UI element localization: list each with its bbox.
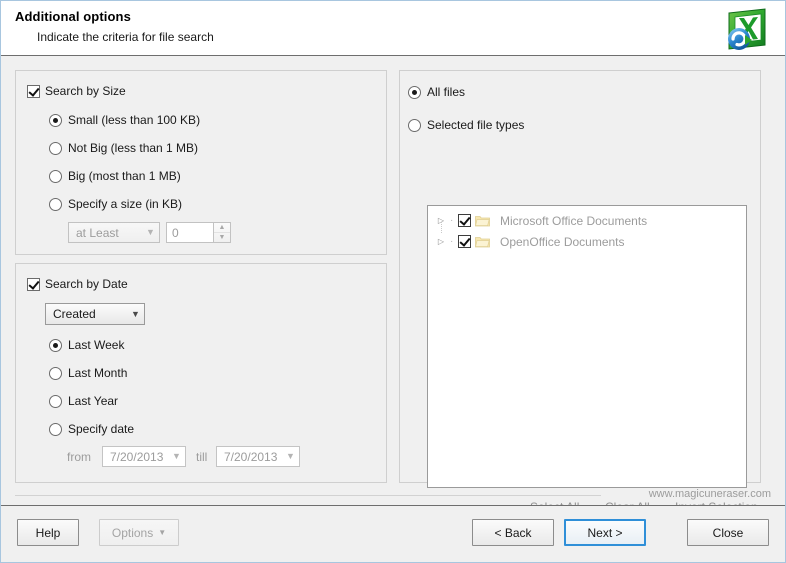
date-type-dropdown[interactable]: Created ▼ — [45, 303, 145, 325]
radio-size-not-big[interactable]: Not Big (less than 1 MB) — [49, 141, 198, 155]
back-button-label: < Back — [494, 525, 532, 540]
radio-label: Last Month — [68, 366, 128, 380]
radio-label: Specify a size (in KB) — [68, 197, 183, 211]
stepper-up-icon[interactable]: ▲ — [214, 223, 230, 233]
radio-label: Small (less than 100 KB) — [68, 113, 201, 127]
radio-glyph — [408, 118, 421, 132]
dialog-window: Additional options Indicate the criteria… — [0, 0, 786, 563]
tree-connector-line — [441, 222, 442, 233]
tree-item-microsoft-office-documents[interactable]: ▷ · Microsoft Office Documents — [428, 210, 746, 231]
size-comparison-dropdown[interactable]: at Least ▼ — [68, 222, 160, 243]
back-button[interactable]: < Back — [472, 519, 554, 546]
radio-selected-file-types[interactable]: Selected file types — [408, 118, 524, 132]
radio-glyph — [49, 366, 62, 380]
radio-glyph — [49, 169, 62, 183]
page-title: Additional options — [15, 9, 131, 24]
size-value-text: 0 — [172, 225, 179, 240]
next-button[interactable]: Next > — [564, 519, 646, 546]
radio-size-specify[interactable]: Specify a size (in KB) — [49, 197, 182, 211]
size-comparison-value: at Least — [76, 225, 119, 240]
radio-label: Selected file types — [427, 118, 525, 132]
radio-all-files[interactable]: All files — [408, 85, 465, 99]
tree-dash-icon: · — [450, 235, 454, 247]
search-by-size-checkbox[interactable]: Search by Size — [27, 84, 126, 98]
radio-size-small[interactable]: Small (less than 100 KB) — [49, 113, 200, 127]
chevron-down-icon: ▼ — [131, 308, 140, 319]
till-date-value: 7/20/2013 — [224, 449, 278, 464]
radio-label: Last Year — [68, 394, 119, 408]
from-date-value: 7/20/2013 — [110, 449, 164, 464]
from-label: from — [67, 450, 91, 464]
dialog-header: Additional options Indicate the criteria… — [1, 1, 785, 56]
watermark-text: www.magicuneraser.com — [648, 488, 771, 500]
chevron-down-icon: ▼ — [158, 527, 167, 537]
watermark-divider — [15, 495, 601, 496]
radio-label: Last Week — [68, 338, 125, 352]
radio-glyph — [49, 113, 62, 127]
radio-date-specify[interactable]: Specify date — [49, 422, 134, 436]
close-button-label: Close — [712, 525, 744, 540]
chevron-down-icon: ▼ — [172, 451, 181, 461]
page-subtitle: Indicate the criteria for file search — [37, 30, 214, 44]
next-button-label: Next > — [587, 525, 623, 540]
folder-icon — [475, 214, 490, 227]
search-by-size-group: Search by Size Small (less than 100 KB) … — [15, 70, 387, 255]
search-by-date-checkbox[interactable]: Search by Date — [27, 277, 128, 291]
chevron-down-icon: ▼ — [146, 227, 155, 237]
help-button-label: Help — [35, 525, 61, 540]
stepper-down-icon[interactable]: ▼ — [214, 233, 230, 242]
options-button[interactable]: Options ▼ — [99, 519, 179, 546]
radio-glyph — [49, 422, 62, 436]
file-types-group: All files Selected file types ▷ · Micros… — [399, 70, 761, 514]
folder-icon — [475, 235, 490, 248]
size-value-stepper[interactable]: ▲ ▼ — [214, 222, 231, 243]
radio-size-big[interactable]: Big (most than 1 MB) — [49, 169, 181, 183]
options-button-label: Options — [111, 525, 154, 540]
radio-date-last-week[interactable]: Last Week — [49, 338, 124, 352]
till-label: till — [196, 450, 208, 464]
search-by-date-label: Search by Date — [45, 277, 128, 291]
file-types-tree[interactable]: ▷ · Microsoft Office Documents ▷ · OpenO… — [427, 205, 747, 488]
radio-glyph — [49, 338, 62, 352]
radio-label: Not Big (less than 1 MB) — [68, 141, 199, 155]
dialog-footer: Help Options ▼ < Back Next > Close — [1, 505, 785, 562]
tree-checkbox[interactable] — [458, 214, 471, 227]
radio-date-last-year[interactable]: Last Year — [49, 394, 118, 408]
radio-label: Big (most than 1 MB) — [68, 169, 181, 183]
tree-item-label: OpenOffice Documents — [500, 234, 625, 249]
excel-document-recovery-icon — [719, 4, 773, 54]
tree-item-label: Microsoft Office Documents — [500, 213, 648, 228]
expand-triangle-icon[interactable]: ▷ — [436, 237, 446, 246]
chevron-down-icon: ▼ — [286, 451, 295, 461]
help-button[interactable]: Help — [17, 519, 79, 546]
radio-glyph — [49, 394, 62, 408]
tree-item-openoffice-documents[interactable]: ▷ · OpenOffice Documents — [428, 231, 746, 252]
checkbox-glyph — [27, 277, 40, 291]
radio-label: All files — [427, 85, 466, 99]
dialog-body: Search by Size Small (less than 100 KB) … — [1, 56, 785, 514]
radio-glyph — [408, 85, 421, 99]
search-by-size-label: Search by Size — [45, 84, 126, 98]
till-date-dropdown[interactable]: 7/20/2013 ▼ — [216, 446, 300, 467]
radio-glyph — [49, 141, 62, 155]
search-by-date-group: Search by Date Created ▼ Last Week Last … — [15, 263, 387, 483]
checkbox-glyph — [27, 84, 40, 98]
from-date-dropdown[interactable]: 7/20/2013 ▼ — [102, 446, 186, 467]
radio-date-last-month[interactable]: Last Month — [49, 366, 127, 380]
radio-glyph — [49, 197, 62, 211]
radio-label: Specify date — [68, 422, 135, 436]
tree-dash-icon: · — [450, 214, 454, 226]
tree-checkbox[interactable] — [458, 235, 471, 248]
size-value-input[interactable]: 0 — [166, 222, 214, 243]
date-type-value: Created — [53, 307, 96, 321]
close-button[interactable]: Close — [687, 519, 769, 546]
